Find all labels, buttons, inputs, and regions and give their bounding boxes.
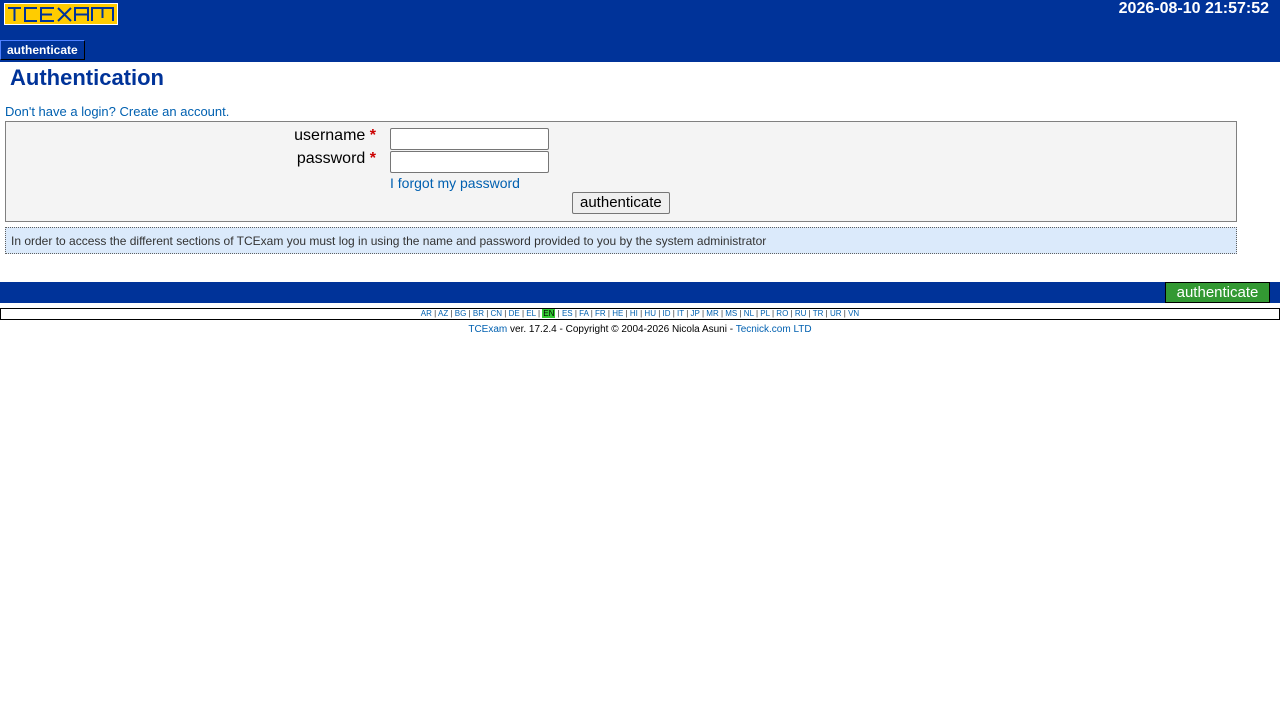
bottom-authenticate-tab[interactable]: authenticate <box>1165 282 1270 303</box>
language-link-hi[interactable]: HI <box>630 309 638 318</box>
tcexam-logo-icon <box>5 4 117 24</box>
required-mark: * <box>369 127 376 144</box>
page-title: Authentication <box>10 65 164 90</box>
version-text: ver. 17.2.4 - Copyright © 2004-2026 Nico… <box>507 324 736 335</box>
forgot-password-link[interactable]: I forgot my password <box>390 175 520 191</box>
password-input[interactable] <box>390 151 549 173</box>
username-input[interactable] <box>390 128 549 150</box>
password-row: password * <box>6 150 1236 173</box>
username-row: username * <box>6 127 1236 150</box>
tcexam-logo[interactable] <box>4 3 118 25</box>
bottom-bar: authenticate <box>0 282 1280 303</box>
language-link-ur[interactable]: UR <box>830 309 842 318</box>
language-link-es[interactable]: ES <box>562 309 573 318</box>
language-link-id[interactable]: ID <box>663 309 671 318</box>
header-bar: 2026-08-10 21:57:52 authenticate <box>0 0 1280 62</box>
password-label-text: password <box>296 150 366 167</box>
language-link-pl[interactable]: PL <box>760 309 770 318</box>
language-link-tr[interactable]: TR <box>813 309 824 318</box>
language-link-it[interactable]: IT <box>677 309 684 318</box>
language-link-ms[interactable]: MS <box>725 309 737 318</box>
tcexam-home-link[interactable]: TCExam <box>468 324 507 335</box>
username-label: username * <box>294 127 376 145</box>
help-message: In order to access the different section… <box>5 227 1237 254</box>
language-link-el[interactable]: EL <box>526 309 536 318</box>
language-link-ru[interactable]: RU <box>795 309 807 318</box>
username-label-text: username <box>294 127 366 144</box>
create-account-link[interactable]: Don't have a login? Create an account. <box>5 104 229 119</box>
language-link-de[interactable]: DE <box>509 309 520 318</box>
language-link-hu[interactable]: HU <box>644 309 656 318</box>
language-link-jp[interactable]: JP <box>691 309 700 318</box>
language-link-vn[interactable]: VN <box>848 309 859 318</box>
language-link-bg[interactable]: BG <box>455 309 467 318</box>
language-selector: AR | AZ | BG | BR | CN | DE | EL | EN | … <box>0 308 1280 320</box>
language-link-cn[interactable]: CN <box>491 309 503 318</box>
language-link-az[interactable]: AZ <box>438 309 448 318</box>
password-label: password * <box>297 150 376 168</box>
language-link-ro[interactable]: RO <box>776 309 788 318</box>
footer: TCExam ver. 17.2.4 - Copyright © 2004-20… <box>0 324 1280 335</box>
language-link-ar[interactable]: AR <box>421 309 432 318</box>
authenticate-button[interactable]: authenticate <box>572 192 670 214</box>
language-link-mr[interactable]: MR <box>706 309 718 318</box>
language-link-he[interactable]: HE <box>612 309 623 318</box>
language-link-fa[interactable]: FA <box>579 309 588 318</box>
login-form: username * password * I forgot my passwo… <box>5 121 1237 222</box>
required-mark: * <box>369 150 376 167</box>
tecnick-link[interactable]: Tecnick.com LTD <box>736 324 812 335</box>
menu-tab-authenticate[interactable]: authenticate <box>0 40 85 60</box>
language-link-nl[interactable]: NL <box>744 309 754 318</box>
datetime-display: 2026-08-10 21:57:52 <box>1118 0 1269 17</box>
language-link-en: EN <box>542 309 556 318</box>
language-link-fr[interactable]: FR <box>595 309 606 318</box>
language-link-br[interactable]: BR <box>473 309 484 318</box>
